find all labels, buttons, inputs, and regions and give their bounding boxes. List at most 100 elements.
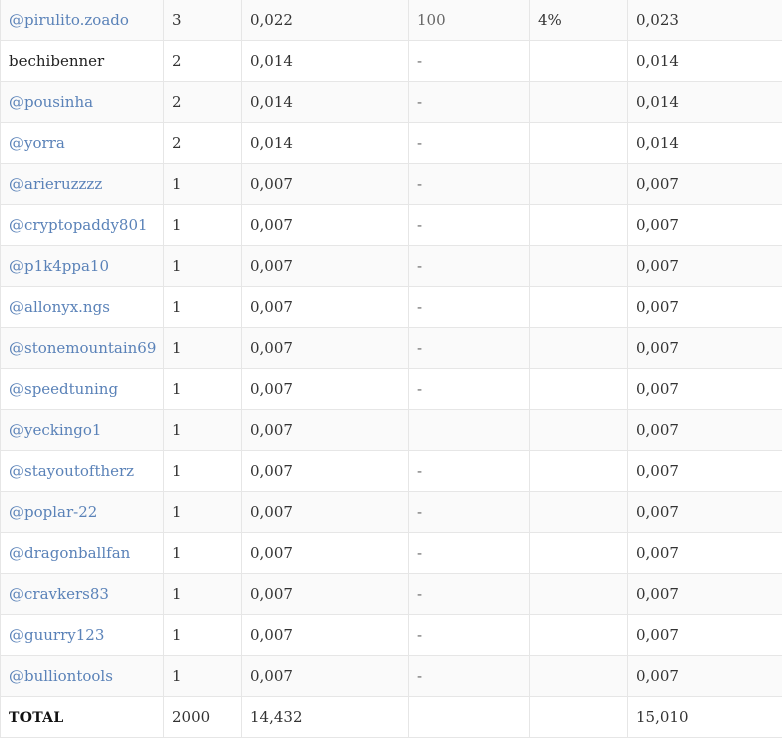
table-row: bechibenner 2 0,014-0,014 (0, 40, 782, 82)
qty-cell: 1 (163, 368, 242, 410)
percent-cell (529, 409, 628, 451)
user-link[interactable]: @speedtuning (9, 380, 118, 398)
value-cell: 0,014 (241, 81, 409, 123)
user-link[interactable]: @allonyx.ngs (9, 298, 110, 316)
total-cell: 0,007 (627, 614, 782, 656)
total-label-cell: TOTAL (0, 696, 164, 738)
percent-cell (529, 368, 628, 410)
user-link[interactable]: @cryptopaddy801 (9, 216, 148, 234)
user-link[interactable]: @cravkers83 (9, 585, 109, 603)
user-link[interactable]: @poplar-22 (9, 503, 97, 521)
user-cell: @guurry123 (0, 614, 164, 656)
total-cell: 0,014 (627, 122, 782, 164)
user-cell: @cryptopaddy801 (0, 204, 164, 246)
value-cell: 0,007 (241, 491, 409, 533)
table-row: @allonyx.ngs 1 0,007-0,007 (0, 286, 782, 328)
bonus-cell: - (408, 491, 530, 533)
bonus-cell: - (408, 81, 530, 123)
value-cell: 0,007 (241, 327, 409, 369)
user-link[interactable]: @yorra (9, 134, 65, 152)
total-qty-cell: 2000 (163, 696, 242, 738)
total-label: TOTAL (9, 709, 64, 726)
user-link[interactable]: @bulliontools (9, 667, 113, 685)
table-body: @pirulito.zoado 3 0,022 100 4% 0,023 bechibenn… (0, 0, 782, 697)
qty-cell: 2 (163, 40, 242, 82)
total-cell: 0,007 (627, 327, 782, 369)
percent-cell (529, 122, 628, 164)
total-cell: 0,007 (627, 163, 782, 205)
user-cell: @yeckingo1 (0, 409, 164, 451)
qty-cell: 1 (163, 286, 242, 328)
total-cell: 0,007 (627, 491, 782, 533)
user-cell: @speedtuning (0, 368, 164, 410)
total-cell: 0,007 (627, 532, 782, 574)
user-link[interactable]: @pousinha (9, 93, 93, 111)
value-cell: 0,014 (241, 122, 409, 164)
user-cell: @bulliontools (0, 655, 164, 697)
value-cell: 0,007 (241, 368, 409, 410)
table-row: @cravkers83 1 0,007-0,007 (0, 573, 782, 615)
value-cell: 0,007 (241, 450, 409, 492)
value-cell: 0,007 (241, 573, 409, 615)
bonus-cell: - (408, 163, 530, 205)
percent-cell: 4% (529, 0, 628, 41)
qty-cell: 1 (163, 163, 242, 205)
total-cell: 0,007 (627, 655, 782, 697)
table-row: @stayoutoftherz 1 0,007-0,007 (0, 450, 782, 492)
total-value-cell: 14,432 (241, 696, 409, 738)
table-row: @arieruzzzz 1 0,007-0,007 (0, 163, 782, 205)
total-total-cell: 15,010 (627, 696, 782, 738)
payout-table: @pirulito.zoado 3 0,022 100 4% 0,023 bechibenn… (0, 0, 782, 738)
user-link[interactable]: @yeckingo1 (9, 421, 101, 439)
qty-cell: 1 (163, 450, 242, 492)
qty-cell: 1 (163, 327, 242, 369)
user-link[interactable]: @guurry123 (9, 626, 104, 644)
user-link[interactable]: @pirulito.zoado (9, 11, 129, 29)
user-link[interactable]: @arieruzzzz (9, 175, 102, 193)
total-percent-cell (529, 696, 628, 738)
table-row: @pousinha 2 0,014-0,014 (0, 81, 782, 123)
qty-cell: 1 (163, 245, 242, 287)
table-row: @dragonballfan 1 0,007-0,007 (0, 532, 782, 574)
table-row: @yorra 2 0,014-0,014 (0, 122, 782, 164)
percent-cell (529, 327, 628, 369)
total-cell: 0,007 (627, 409, 782, 451)
value-cell: 0,007 (241, 655, 409, 697)
percent-cell (529, 40, 628, 82)
qty-cell: 1 (163, 532, 242, 574)
bonus-cell: - (408, 327, 530, 369)
total-row: TOTAL 2000 14,432 15,010 (0, 696, 782, 738)
table-row: @yeckingo1 1 0,007 0,007 (0, 409, 782, 451)
user-link[interactable]: @dragonballfan (9, 544, 130, 562)
bonus-cell: - (408, 122, 530, 164)
table-row: @pirulito.zoado 3 0,022 100 4% 0,023 (0, 0, 782, 41)
user-link[interactable]: @stonemountain69 (9, 339, 156, 357)
user-cell: @allonyx.ngs (0, 286, 164, 328)
bonus-cell: - (408, 204, 530, 246)
percent-cell (529, 573, 628, 615)
bonus-cell: - (408, 450, 530, 492)
user-name: bechibenner (9, 52, 105, 70)
total-cell: 0,023 (627, 0, 782, 41)
bonus-cell: - (408, 532, 530, 574)
value-cell: 0,007 (241, 286, 409, 328)
user-cell: @dragonballfan (0, 532, 164, 574)
user-cell: bechibenner (0, 40, 164, 82)
bonus-cell: - (408, 655, 530, 697)
bonus-cell: - (408, 40, 530, 82)
user-link[interactable]: @p1k4ppa10 (9, 257, 109, 275)
user-cell: @cravkers83 (0, 573, 164, 615)
table-row: @stonemountain69 1 0,007-0,007 (0, 327, 782, 369)
qty-cell: 3 (163, 0, 242, 41)
value-cell: 0,007 (241, 409, 409, 451)
user-link[interactable]: @stayoutoftherz (9, 462, 134, 480)
bonus-cell: - (408, 368, 530, 410)
total-cell: 0,014 (627, 40, 782, 82)
qty-cell: 1 (163, 655, 242, 697)
percent-cell (529, 163, 628, 205)
qty-cell: 1 (163, 409, 242, 451)
value-cell: 0,007 (241, 614, 409, 656)
total-cell: 0,007 (627, 450, 782, 492)
total-cell: 0,007 (627, 573, 782, 615)
total-cell: 0,007 (627, 245, 782, 287)
